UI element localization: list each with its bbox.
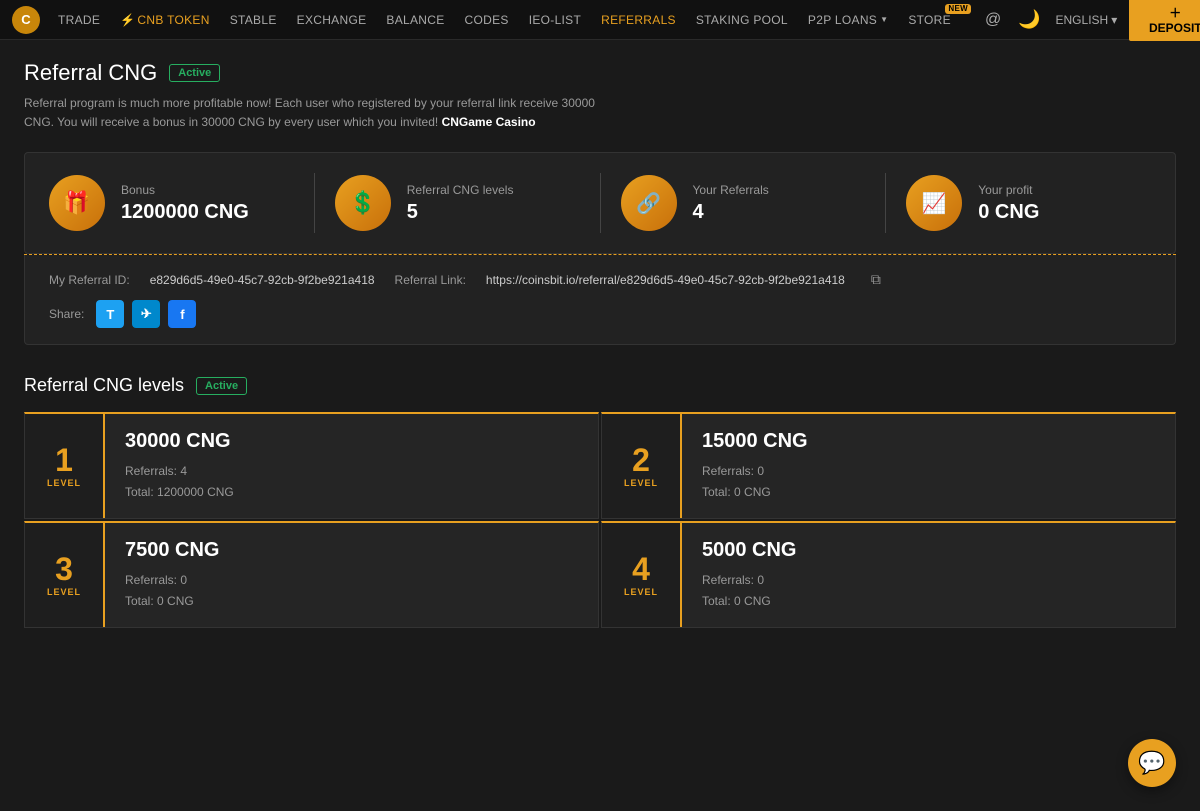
referrals-label: Your Referrals bbox=[693, 183, 769, 197]
stats-card: 🎁 Bonus 1200000 CNG 💲 Referral CNG level… bbox=[24, 152, 1176, 254]
level-referrals-3: Referrals: 0 bbox=[125, 570, 578, 590]
levels-value: 5 bbox=[407, 201, 514, 224]
level-number-block-2: 2 LEVEL bbox=[602, 414, 682, 518]
dropdown-arrow-icon: ▼ bbox=[880, 15, 888, 24]
level-num-3: 3 bbox=[55, 553, 73, 585]
referral-id-row: My Referral ID: e829d6d5-49e0-45c7-92cb-… bbox=[49, 271, 1151, 288]
level-referrals-2: Referrals: 0 bbox=[702, 461, 1155, 481]
level-cng-4: 5000 CNG bbox=[702, 539, 1155, 562]
bonus-value: 1200000 CNG bbox=[121, 201, 249, 224]
profit-icon: 📈 bbox=[906, 175, 962, 231]
chat-fab-button[interactable]: 💬 bbox=[1128, 739, 1176, 787]
level-number-block-4: 4 LEVEL bbox=[602, 523, 682, 627]
level-number-block-3: 3 LEVEL bbox=[25, 523, 105, 627]
stat-bonus: 🎁 Bonus 1200000 CNG bbox=[49, 175, 294, 231]
copy-link-button[interactable]: ⧉ bbox=[871, 271, 881, 288]
bolt-icon: ⚡ bbox=[120, 13, 135, 27]
share-row: Share: T ✈ f bbox=[49, 300, 1151, 328]
level-num-4: 4 bbox=[632, 553, 650, 585]
share-twitter-button[interactable]: T bbox=[96, 300, 124, 328]
level-num-2: 2 bbox=[632, 444, 650, 476]
stat-divider-2 bbox=[600, 173, 601, 233]
referral-link-label: Referral Link: bbox=[395, 273, 466, 287]
page-title: Referral CNG bbox=[24, 60, 157, 86]
stat-divider-3 bbox=[885, 173, 886, 233]
profit-label: Your profit bbox=[978, 183, 1039, 197]
level-referrals-4: Referrals: 0 bbox=[702, 570, 1155, 590]
nav-trade[interactable]: TRADE bbox=[50, 0, 108, 40]
referral-link-value: https://coinsbit.io/referral/e829d6d5-49… bbox=[486, 273, 845, 287]
referrals-value: 4 bbox=[693, 201, 769, 224]
level-card-3: 3 LEVEL 7500 CNG Referrals: 0 Total: 0 C… bbox=[24, 521, 599, 628]
bonus-label: Bonus bbox=[121, 183, 249, 197]
theme-toggle[interactable]: 🌙 bbox=[1015, 4, 1043, 36]
lang-chevron-icon: ▾ bbox=[1111, 13, 1117, 27]
nav-logo[interactable]: C bbox=[12, 6, 40, 34]
level-total-4: Total: 0 CNG bbox=[702, 591, 1155, 611]
profit-value: 0 CNG bbox=[978, 201, 1039, 224]
main-content: Referral CNG Active Referral program is … bbox=[0, 40, 1200, 648]
levels-grid: 1 LEVEL 30000 CNG Referrals: 4 Total: 12… bbox=[24, 412, 1176, 628]
referral-info-section: My Referral ID: e829d6d5-49e0-45c7-92cb-… bbox=[24, 255, 1176, 345]
level-card-content-3: 7500 CNG Referrals: 0 Total: 0 CNG bbox=[105, 523, 598, 627]
nav-exchange[interactable]: EXCHANGE bbox=[289, 0, 375, 40]
referral-id-label: My Referral ID: bbox=[49, 273, 130, 287]
nav-stable[interactable]: STABLE bbox=[222, 0, 285, 40]
stat-referrals: 🔗 Your Referrals 4 bbox=[621, 175, 866, 231]
nav-ieo-list[interactable]: IEO-LIST bbox=[521, 0, 589, 40]
level-total-1: Total: 1200000 CNG bbox=[125, 482, 578, 502]
levels-label: Referral CNG levels bbox=[407, 183, 514, 197]
page-description: Referral program is much more profitable… bbox=[24, 94, 624, 132]
nav-cnb-token[interactable]: ⚡ CNB TOKEN bbox=[112, 0, 218, 40]
share-facebook-button[interactable]: f bbox=[168, 300, 196, 328]
level-card-content-1: 30000 CNG Referrals: 4 Total: 1200000 CN… bbox=[105, 414, 598, 518]
new-badge: NEW bbox=[945, 4, 971, 14]
at-icon-btn[interactable]: @ bbox=[979, 4, 1007, 36]
share-telegram-button[interactable]: ✈ bbox=[132, 300, 160, 328]
level-card-2: 2 LEVEL 15000 CNG Referrals: 0 Total: 0 … bbox=[601, 412, 1176, 519]
level-card-content-2: 15000 CNG Referrals: 0 Total: 0 CNG bbox=[682, 414, 1175, 518]
levels-title-row: Referral CNG levels Active bbox=[24, 375, 1176, 396]
referrals-icon: 🔗 bbox=[621, 175, 677, 231]
level-cng-3: 7500 CNG bbox=[125, 539, 578, 562]
level-cng-2: 15000 CNG bbox=[702, 430, 1155, 453]
level-label-1: LEVEL bbox=[47, 478, 81, 488]
referral-active-badge: Active bbox=[169, 64, 220, 82]
deposit-button[interactable]: ＋ DEPOSIT bbox=[1129, 0, 1200, 41]
level-referrals-1: Referrals: 4 bbox=[125, 461, 578, 481]
level-cng-1: 30000 CNG bbox=[125, 430, 578, 453]
level-card-content-4: 5000 CNG Referrals: 0 Total: 0 CNG bbox=[682, 523, 1175, 627]
nav-codes[interactable]: CODES bbox=[457, 0, 517, 40]
nav-right-area: @ 🌙 ENGLISH ▾ ＋ DEPOSIT 👤 nguyenbatung01… bbox=[979, 0, 1200, 41]
level-number-block-1: 1 LEVEL bbox=[25, 414, 105, 518]
level-label-2: LEVEL bbox=[624, 478, 658, 488]
level-label-4: LEVEL bbox=[624, 587, 658, 597]
navbar: C TRADE ⚡ CNB TOKEN STABLE EXCHANGE BALA… bbox=[0, 0, 1200, 40]
level-total-3: Total: 0 CNG bbox=[125, 591, 578, 611]
stat-profit: 📈 Your profit 0 CNG bbox=[906, 175, 1151, 231]
nav-balance[interactable]: BALANCE bbox=[378, 0, 452, 40]
levels-active-badge: Active bbox=[196, 377, 247, 395]
level-label-3: LEVEL bbox=[47, 587, 81, 597]
levels-icon: 💲 bbox=[335, 175, 391, 231]
bonus-icon: 🎁 bbox=[49, 175, 105, 231]
levels-title: Referral CNG levels bbox=[24, 375, 184, 396]
nav-p2p-loans[interactable]: P2P LOANS ▼ bbox=[800, 0, 896, 40]
stat-divider-1 bbox=[314, 173, 315, 233]
page-title-row: Referral CNG Active bbox=[24, 60, 1176, 86]
level-card-4: 4 LEVEL 5000 CNG Referrals: 0 Total: 0 C… bbox=[601, 521, 1176, 628]
nav-store[interactable]: NEW STORE bbox=[900, 0, 971, 40]
level-card-1: 1 LEVEL 30000 CNG Referrals: 4 Total: 12… bbox=[24, 412, 599, 519]
level-total-2: Total: 0 CNG bbox=[702, 482, 1155, 502]
stat-levels: 💲 Referral CNG levels 5 bbox=[335, 175, 580, 231]
language-selector[interactable]: ENGLISH ▾ bbox=[1052, 13, 1122, 27]
level-num-1: 1 bbox=[55, 444, 73, 476]
nav-staking-pool[interactable]: STAKING POOL bbox=[688, 0, 796, 40]
share-label: Share: bbox=[49, 307, 84, 321]
nav-referrals[interactable]: REFERRALS bbox=[593, 0, 684, 40]
referral-id-value: e829d6d5-49e0-45c7-92cb-9f2be921a418 bbox=[150, 273, 375, 287]
